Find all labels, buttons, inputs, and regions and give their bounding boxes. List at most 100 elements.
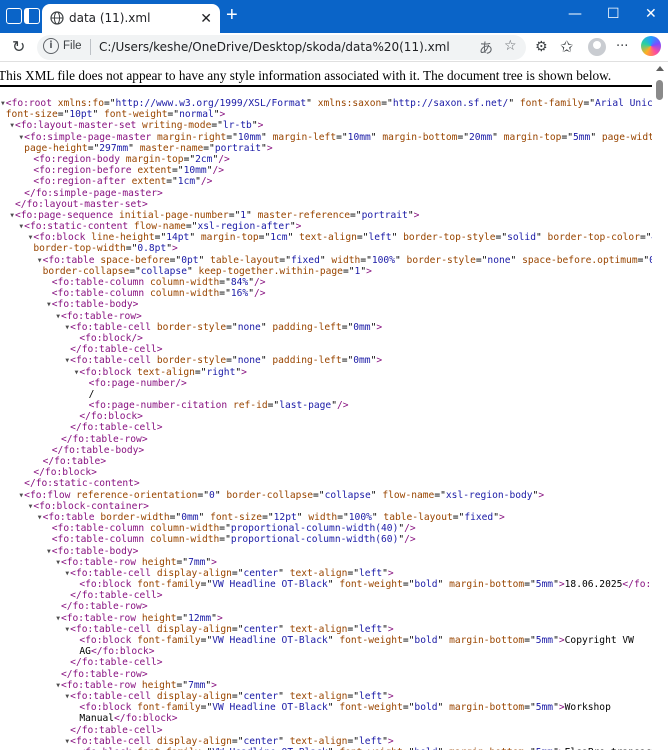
xml-token: > — [376, 321, 383, 333]
xml-token: 84% — [230, 277, 249, 288]
xml-viewer: This XML file does not appear to have an… — [0, 62, 652, 750]
xml-token: border-collapse — [42, 265, 130, 277]
profile-avatar[interactable] — [588, 38, 606, 56]
xml-token: =" — [434, 489, 446, 501]
tab-close-icon[interactable]: ✕ — [200, 10, 212, 27]
scrollbar-thumb[interactable] — [656, 80, 663, 100]
xml-token: =" — [231, 567, 244, 579]
xml-line: <fo:region-before extent="10mm"/> — [0, 165, 652, 176]
xml-token: =" — [125, 243, 138, 255]
xml-token: <fo:table-row — [60, 612, 137, 624]
xml-token: Manual — [79, 713, 115, 725]
xml-line: </fo:table-row> — [0, 601, 652, 612]
xml-token: column-width — [144, 277, 220, 288]
xml-token: =" — [167, 109, 180, 121]
xml-token: =" — [360, 254, 372, 266]
xml-line: ▾<fo:table-cell display-align="center" t… — [0, 624, 652, 635]
xml-token: border-style — [400, 254, 476, 266]
xml-line: <fo:block font-family="VW Headline OT-Bl… — [0, 702, 652, 713]
xml-token: <fo:block — [79, 579, 132, 591]
xml-token: <fo:layout-master-set — [14, 120, 137, 132]
xml-token: solid — [507, 232, 536, 244]
xml-token: right — [206, 366, 236, 378]
xml-token: lr-tb — [222, 120, 252, 132]
xml-token: text-align — [283, 567, 348, 579]
xml-token: last-page — [279, 400, 332, 412]
xml-token: fixed — [464, 511, 494, 523]
workspaces-icon[interactable] — [6, 8, 22, 24]
xml-token: =" — [258, 232, 271, 244]
maximize-button[interactable]: ☐ — [607, 6, 620, 22]
xml-token: margin-right — [151, 131, 227, 143]
xml-token: space-before.optimum — [516, 254, 638, 266]
tab-active[interactable]: data (11).xml ✕ — [42, 4, 220, 33]
xml-line: <fo:page-number/> — [0, 378, 652, 389]
xml-token: <fo:table-body> — [51, 545, 139, 557]
xml-token: =" — [267, 400, 280, 412]
copilot-icon[interactable] — [641, 36, 661, 56]
vertical-tabs-icon[interactable] — [24, 8, 40, 24]
xml-token: xsl-region-body — [445, 489, 533, 501]
read-aloud-icon[interactable]: あ — [479, 38, 493, 58]
xml-token: width — [325, 254, 361, 266]
xml-token: http://saxon.sf.net/ — [392, 98, 509, 109]
xml-line: ▾<fo:table-row height="7mm"> — [0, 557, 652, 568]
close-window-button[interactable]: ✕ — [645, 6, 657, 22]
url-text[interactable]: C:/Users/keshe/OneDrive/Desktop/skoda/da… — [99, 40, 450, 54]
vertical-scrollbar[interactable] — [652, 62, 668, 750]
xml-token: column-width — [144, 288, 220, 300]
info-icon[interactable]: i — [43, 38, 59, 54]
xml-token: </fo:table-cell> — [70, 344, 163, 356]
xml-token: =" — [583, 98, 595, 109]
reload-icon[interactable]: ↻ — [12, 37, 25, 57]
xml-token: page-height — [24, 142, 88, 154]
xml-token: =" — [219, 534, 231, 546]
xml-token: /> — [336, 400, 349, 412]
xml-token: font-weight — [333, 635, 403, 646]
xml-token: > — [538, 489, 545, 501]
xml-line: ▾<fo:flow reference-orientation="0" bord… — [0, 490, 652, 501]
xml-token: xmlns:saxon — [311, 98, 382, 109]
xml-token: =" — [336, 131, 348, 143]
xml-token: <fo:page-number-citation — [88, 400, 228, 412]
xml-token: =" — [57, 109, 70, 121]
xml-token: =" — [402, 635, 415, 646]
xml-token: border-style — [151, 355, 227, 367]
new-tab-button[interactable]: + — [226, 4, 238, 26]
xml-line: <fo:block font-family="VW Headline OT-Bl… — [0, 635, 652, 646]
xml-token: master-name — [133, 142, 204, 154]
xml-token: keep-together.within-page — [192, 265, 343, 277]
xml-token: =" — [262, 511, 274, 523]
xml-token: =" — [313, 489, 325, 501]
xml-token: 100% — [348, 511, 372, 523]
xml-token: 5mm — [535, 579, 554, 591]
xml-token: /> — [404, 534, 416, 546]
address-bar[interactable]: i File C:/Users/keshe/OneDrive/Desktop/s… — [37, 35, 526, 60]
xml-token: text-align — [131, 366, 195, 378]
xml-token: > — [295, 221, 302, 233]
favorite-star-icon[interactable]: ☆ — [504, 38, 517, 54]
xml-token: =" — [524, 702, 536, 714]
xml-token: bold — [414, 702, 438, 714]
xml-token: left — [359, 567, 383, 579]
minimize-button[interactable]: — — [568, 6, 582, 22]
xml-token: =" — [381, 98, 393, 109]
xml-line: <fo:block/> — [0, 333, 652, 344]
xml-token: 5mm — [535, 702, 554, 714]
xml-token: font-size — [204, 511, 263, 523]
xml-token: 1cm — [177, 176, 196, 188]
xml-token: =" — [347, 567, 360, 579]
xml-token: 10mm — [347, 131, 371, 143]
more-menu-icon[interactable]: ··· — [616, 37, 628, 57]
xml-token: </fo:table-row> — [60, 433, 148, 445]
xml-token: font-family — [514, 98, 584, 109]
xml-token: <fo:table-body> — [51, 299, 139, 311]
favorites-icon[interactable]: ✩ — [560, 37, 573, 57]
extensions-icon[interactable]: ⚙ — [535, 37, 548, 57]
xml-line: ▾<fo:page-sequence initial-page-number="… — [0, 210, 652, 221]
xml-token: =" — [172, 165, 184, 177]
globe-icon — [50, 11, 64, 25]
scroll-up-arrow-icon[interactable] — [656, 66, 664, 71]
xml-token: > — [387, 735, 394, 747]
xml-token: bold — [414, 579, 438, 591]
